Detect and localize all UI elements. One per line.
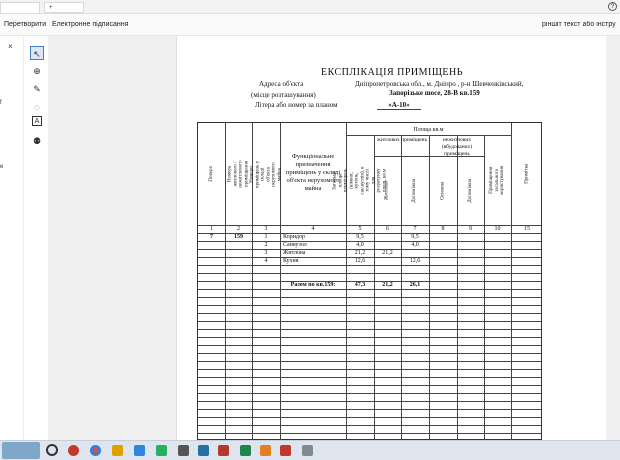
paint-icon[interactable] [260,445,271,456]
help-icon[interactable]: ? [608,2,617,11]
document-canvas[interactable]: ЕКСПЛІКАЦІЯ ПРИМІЩЕНЬ Адреса об'єкта (мі… [48,36,620,440]
header-room-number: Номери приміщень у складі об'єкта нерухо… [249,160,283,188]
header-area-group: Площа кв.м [413,127,444,133]
table-cell-floor: 7 [210,234,213,240]
close-icon[interactable]: × [8,42,13,51]
header-residential-main: Житлова [384,181,390,200]
store-icon[interactable] [178,445,189,456]
table-cell-purpose: Житлова [283,250,306,256]
folder-icon[interactable] [112,445,123,456]
letter-label: Літера або номер за планом [255,101,338,109]
table-cell-residential: 21,2 [382,250,393,256]
stamp-tool-icon[interactable]: ⚉ [30,134,44,148]
address-note: (місце розташування) [251,91,316,99]
edge-icon[interactable] [134,445,145,456]
header-nonres-main: Основна [440,181,446,200]
left-panel: f e [0,36,24,440]
excel-icon[interactable] [240,445,251,456]
table-cell-total: 21,2 [354,250,366,256]
table-cell-total: 4,0 [356,242,364,248]
address-label: Адреса об'єкта [259,80,304,88]
header-notes: Примітка [524,163,530,185]
taskbar [0,440,620,460]
viber-icon[interactable] [156,445,167,456]
address-value-line2: Запорізьке шосе, 28-В кв.159 [389,89,480,97]
tab-current[interactable] [0,2,40,13]
pdf-icon[interactable] [280,445,291,456]
table-cell-room: 2 [264,242,268,248]
zoom-tool-icon[interactable]: ⊕ [30,64,44,78]
table-cell-purpose: Кухня [283,258,299,264]
panel-fragment: e [0,164,4,170]
explication-table: Поверх Номера житлового /нежитлового при… [197,122,542,440]
table-cell-room: 4 [264,258,268,264]
total-auxiliary: 26,1 [409,282,421,288]
select-tool-icon[interactable]: ↖ [30,46,44,60]
table-cell-apartment: 159 [234,234,243,240]
column-number: 2 [237,226,240,232]
column-number: 10 [494,226,501,232]
column-number: 4 [311,226,315,232]
header-communal: Приміщення загального користування [489,165,506,195]
search-instructions-field[interactable]: ріншіт текст або інстру [542,21,620,28]
total-label: Разом по кв.159: [290,282,336,288]
table-cell-purpose: Коридор [283,234,305,240]
column-number: 3 [264,226,268,232]
photos-icon[interactable] [198,445,209,456]
opera-icon[interactable] [68,445,79,456]
total-area: 47,3 [354,282,366,288]
header-residential-aux: Допоміжна [412,178,418,203]
tab-bar: + Створити ? [0,0,620,22]
header-nonresidential-group: нежитлових (вбудованих) приміщень [441,137,473,157]
lasso-tool-icon[interactable]: ◌ [30,100,44,114]
column-number: 9 [469,226,472,232]
letter-value: «А-10» [377,101,421,110]
header-total-area: Загальна площа приміщень (кімнат, кухонь… [332,166,388,194]
convert-button[interactable]: Перетворити [4,21,46,28]
e-signature-button[interactable]: Електронне підписання [52,21,128,28]
document-page: ЕКСПЛІКАЦІЯ ПРИМІЩЕНЬ Адреса об'єкта (мі… [176,36,606,440]
header-floor: Поверх [208,166,214,182]
annotation-toolbar: ↖ ⊕ ✎ ◌ A ⚉ [28,42,46,152]
header-nonres-aux: Допоміжна [467,178,473,203]
header-apartment-number: Номера житлового /нежитлового приміщення [227,160,250,188]
table-cell-total: 9,5 [356,234,364,240]
command-bar: Перетворити Електронне підписання ріншіт… [0,14,620,36]
header-residential-group: житлових приміщень [377,137,427,143]
search-icon[interactable] [46,444,58,456]
panel-fragment: f [0,100,2,106]
table-cell-auxiliary: 4,0 [411,242,419,248]
document-title: ЕКСПЛІКАЦІЯ ПРИМІЩЕНЬ [320,67,464,78]
column-number: 15 [524,226,530,232]
column-number: 8 [441,226,445,232]
table-cell-purpose: Санвузол [283,242,307,248]
new-tab-button[interactable]: + Створити [44,2,84,22]
column-number: 5 [358,226,362,232]
table-cell-room: 1 [264,234,268,240]
table-cell-total: 12,6 [354,258,366,264]
total-residential: 21,2 [382,282,393,288]
app-icon[interactable] [302,445,313,456]
pen-tool-icon[interactable]: ✎ [30,82,44,96]
chrome-icon[interactable] [90,445,101,456]
column-number: 7 [413,226,417,232]
table-cell-auxiliary: 12,6 [409,258,421,264]
column-number: 1 [210,226,213,232]
text-tool-icon[interactable]: A [32,116,42,126]
table-cell-room: 3 [264,250,268,256]
start-wallpaper-thumbnail[interactable] [2,442,40,459]
column-number: 6 [386,226,389,232]
address-value-line1: Дніпропетровська обл., м. Дніпро , р-н Ш… [355,80,524,88]
media-icon[interactable] [218,445,229,456]
table-cell-auxiliary: 9,5 [411,234,419,240]
